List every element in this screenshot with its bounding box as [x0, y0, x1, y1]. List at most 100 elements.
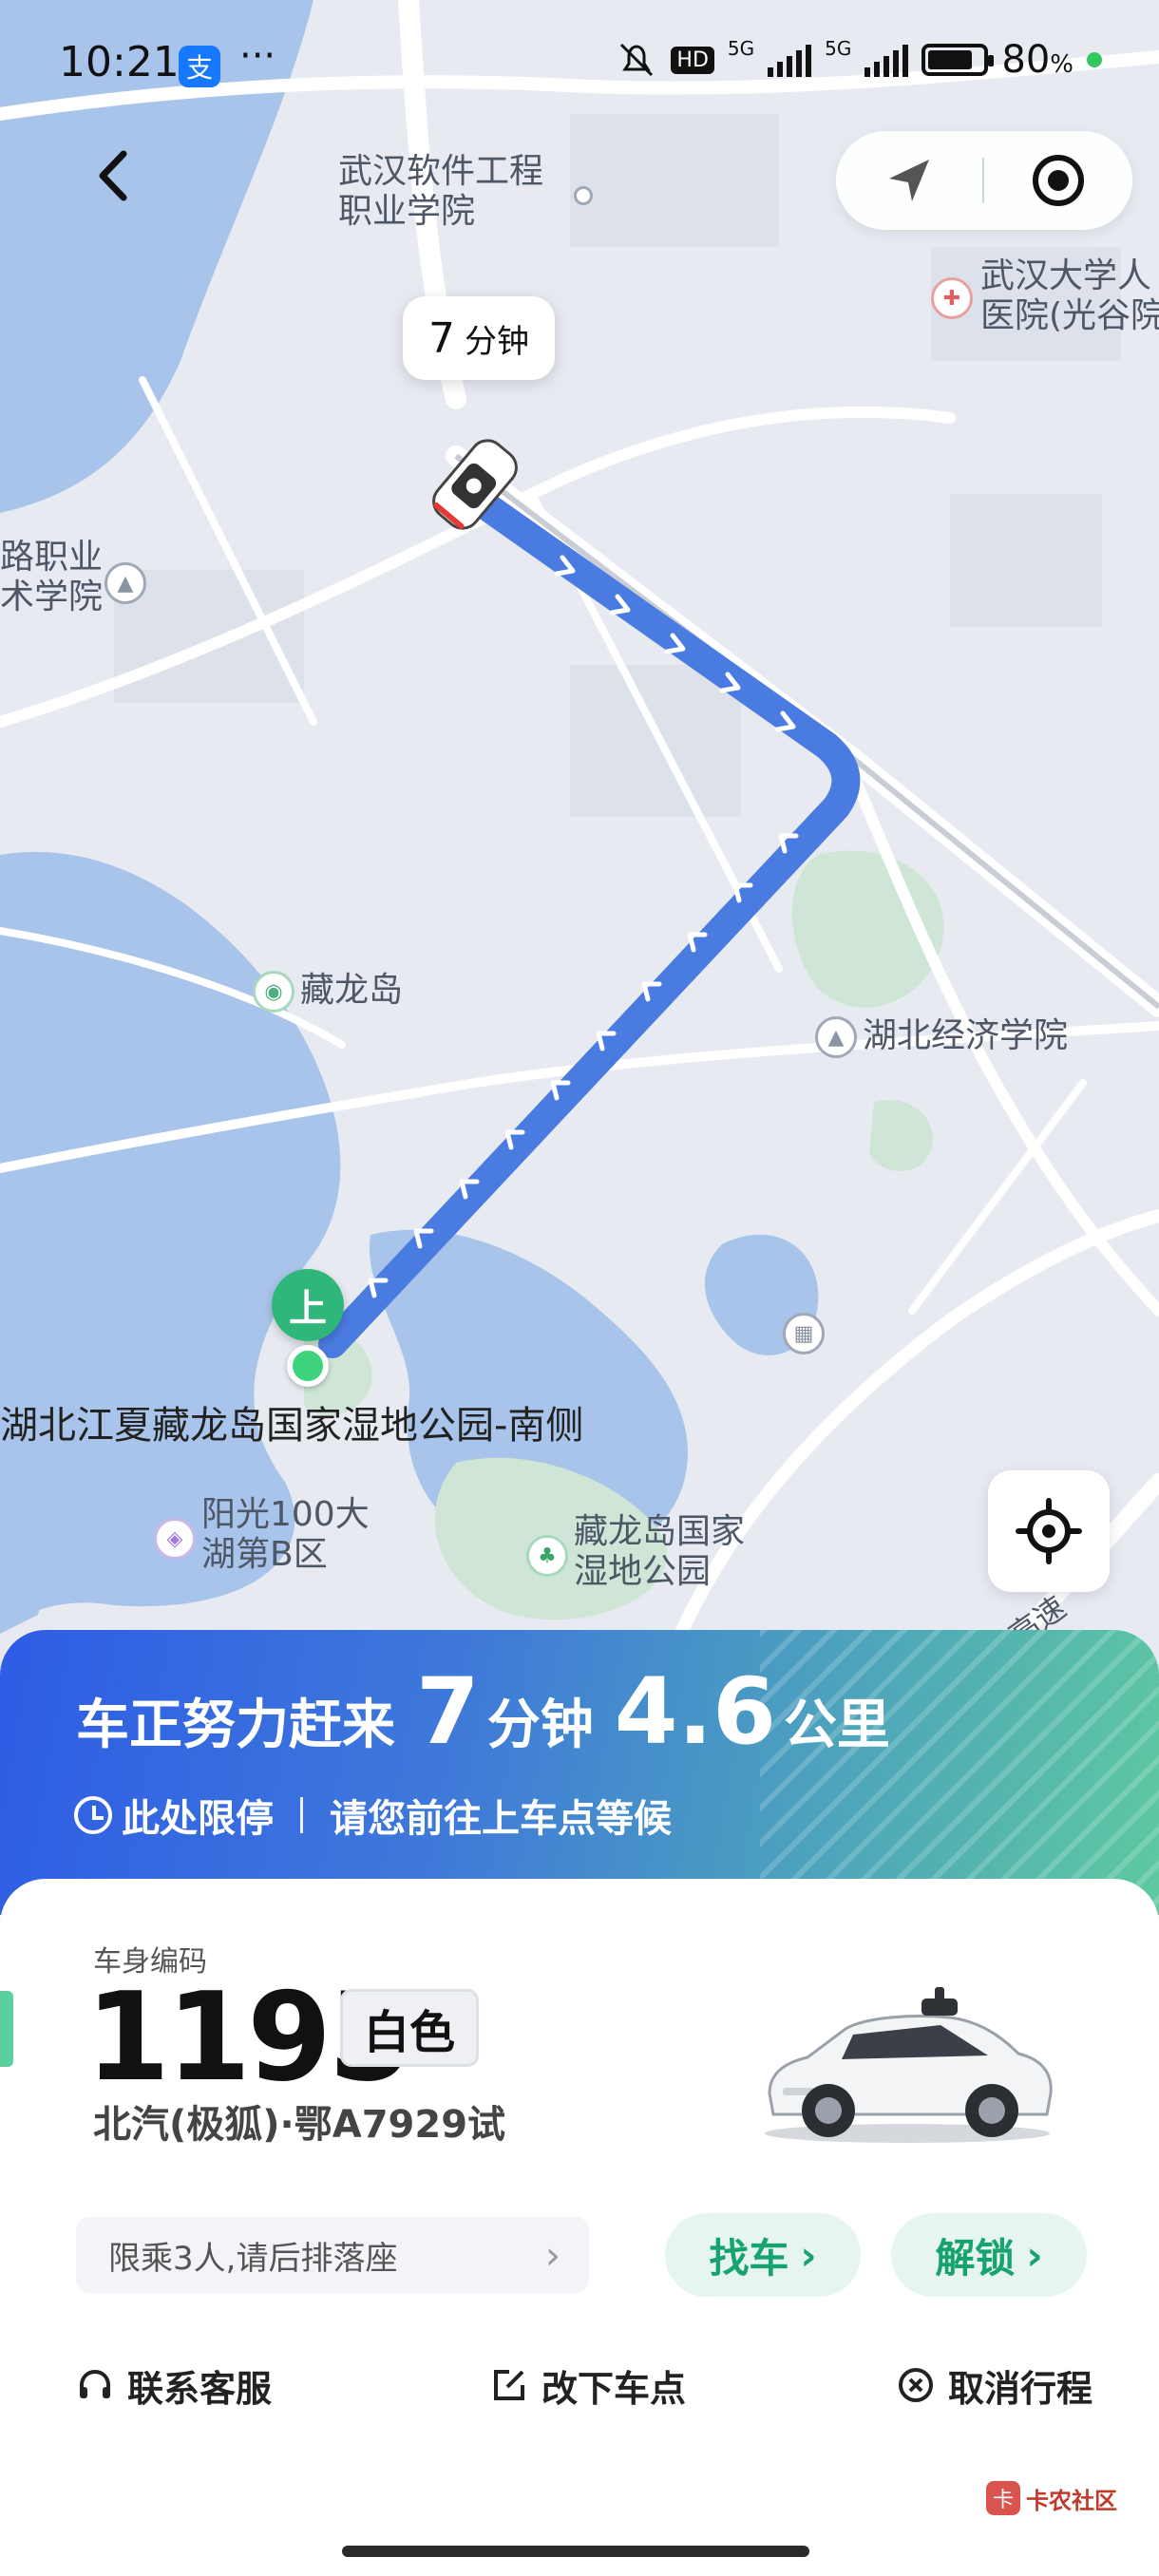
camera-icon[interactable]: ◉	[253, 971, 294, 1013]
vehicle-color: 白色	[363, 2006, 455, 2059]
more-notifications: ···	[239, 34, 276, 78]
map-label-text: 阳光100大	[201, 1495, 370, 1534]
close-circle-icon	[899, 2368, 933, 2402]
battery-level: 80%	[1001, 38, 1074, 82]
navigation-arrow-icon	[889, 160, 929, 201]
signal-icon	[768, 43, 812, 77]
poi-marker[interactable]	[574, 186, 593, 205]
vehicle-image	[765, 1987, 1053, 2143]
building-icon[interactable]: ▦	[783, 1313, 825, 1354]
map-label-school-2: 路职业 术学院	[0, 538, 103, 617]
map-label-text: 湖第B区	[201, 1535, 328, 1574]
watermark-text: 卡农社区	[1026, 2487, 1117, 2514]
school-icon[interactable]: ▲	[815, 1016, 857, 1058]
map-label-text: 术学院	[0, 578, 104, 616]
contact-support-button[interactable]: 联系客服	[76, 2352, 272, 2418]
map-label-park: 藏龙岛国家 湿地公园	[574, 1512, 745, 1592]
alipay-glyph: 支	[185, 52, 213, 84]
trip-actions: 联系客服 改下车点 取消行程	[0, 2352, 1159, 2418]
notice-no-parking: 此处限停	[122, 1797, 274, 1841]
trip-headline: 车正努力赶来 7 分钟 4.6 公里	[76, 1658, 911, 1765]
find-car-label: 找车	[709, 2234, 789, 2282]
change-dropoff-button[interactable]: 改下车点	[490, 2352, 686, 2418]
clock-icon	[74, 1796, 112, 1834]
hospital-icon[interactable]: ✚	[931, 277, 973, 319]
chevron-right-icon: ›	[1026, 2231, 1043, 2279]
find-car-button[interactable]: 找车 ›	[665, 2213, 861, 2297]
cancel-trip-label: 取消行程	[948, 2367, 1093, 2410]
eta-bubble: 7 分钟	[403, 296, 555, 380]
map-top-controls	[836, 131, 1132, 230]
cancel-trip-button[interactable]: 取消行程	[897, 2352, 1092, 2418]
status-right: HD 5G 5G 80%	[616, 37, 1102, 82]
navigation-button[interactable]	[880, 152, 937, 209]
passenger-hint[interactable]: 限乘3人,请后排落座 ›	[76, 2217, 589, 2293]
locate-button[interactable]	[988, 1470, 1110, 1592]
edit-icon	[494, 2370, 524, 2400]
vehicle-color-tag: 白色	[340, 1989, 479, 2067]
distance-value: 4.6	[614, 1658, 776, 1765]
map-label-hospital: 武汉大学人 医院(光谷院	[980, 256, 1159, 336]
map-label-text: 路职业	[0, 538, 104, 577]
status-bar: 10:21 支 ··· HD 5G 5G 80%	[0, 0, 1159, 133]
watermark-logo: 卡	[986, 2481, 1020, 2515]
map-label-text: 藏龙岛国家	[574, 1512, 746, 1551]
pickup-marker-badge[interactable]: 上	[272, 1269, 344, 1341]
pickup-location-name: 湖北江夏藏龙岛国家湿地公园-南侧	[0, 1404, 584, 1448]
hd-icon: HD	[671, 46, 714, 74]
map-label-text: 职业学院	[338, 192, 476, 231]
alipay-icon: 支	[179, 46, 220, 87]
unlock-label: 解锁	[935, 2234, 1016, 2282]
pickup-point-dot[interactable]	[287, 1345, 329, 1387]
eta-unit: 分钟	[465, 322, 529, 361]
network-type-2: 5G	[825, 37, 852, 60]
signal-icon	[864, 43, 909, 77]
battery-icon	[922, 44, 995, 76]
battery-value: 80	[1001, 38, 1051, 82]
map-label-text: 湿地公园	[574, 1552, 712, 1591]
eta-minutes-unit: 分钟	[486, 1695, 594, 1756]
eta-value: 7	[428, 313, 455, 363]
privacy-indicator	[1087, 52, 1102, 67]
mute-bell-icon	[620, 43, 654, 77]
map-label-text: 武汉大学人	[980, 256, 1152, 295]
watermark: 卡 卡农社区	[986, 2481, 1117, 2515]
map-view[interactable]: 武汉软件工程 职业学院 武汉大学人 医院(光谷院 ✚ 路职业 术学院 ▲ ◉ 藏…	[0, 0, 1159, 1672]
battery-unit: %	[1050, 50, 1074, 79]
pickup-marker-text: 上	[289, 1287, 327, 1331]
back-button[interactable]	[86, 142, 142, 209]
contact-support-label: 联系客服	[127, 2367, 273, 2410]
tree-icon[interactable]: ♣	[526, 1535, 568, 1577]
map-label-island: 藏龙岛	[300, 971, 404, 1010]
chevron-right-icon: ›	[800, 2231, 817, 2279]
unlock-button[interactable]: 解锁 ›	[891, 2213, 1087, 2297]
chevron-left-icon	[99, 150, 127, 201]
pickup-notice: 此处限停 请您前往上车点等候	[74, 1788, 672, 1843]
map-label-school-1: 武汉软件工程 职业学院	[338, 152, 543, 232]
status-time: 10:21	[59, 38, 180, 86]
record-button[interactable]	[1030, 152, 1087, 209]
distance-unit: 公里	[783, 1695, 890, 1756]
headline-text: 车正努力赶来	[76, 1695, 395, 1756]
headset-icon	[80, 2369, 110, 2398]
crosshair-icon	[1016, 1498, 1082, 1564]
notice-wait: 请您前往上车点等候	[330, 1797, 672, 1841]
shopping-icon[interactable]: ◈	[154, 1518, 196, 1560]
divider	[300, 1797, 303, 1833]
map-label-text: 医院(光谷院	[980, 296, 1159, 335]
school-icon[interactable]: ▲	[104, 562, 146, 604]
map-label-text: 武汉软件工程	[338, 152, 544, 191]
vehicle-model: 北汽(极狐)·鄂A7929试	[93, 2103, 506, 2147]
divider	[982, 158, 984, 203]
record-icon	[1033, 155, 1084, 206]
network-type-1: 5G	[727, 37, 755, 60]
eta-minutes: 7	[416, 1658, 480, 1765]
vehicle-card: 车身编码 1195 白色 北汽(极狐)·鄂A7929试 限乘3人,请后排落座 ›…	[0, 1879, 1159, 2576]
chevron-right-icon: ›	[545, 2234, 560, 2278]
home-indicator[interactable]	[342, 2546, 809, 2557]
map-label-community: 阳光100大 湖第B区	[201, 1495, 370, 1575]
accent-bar	[0, 1991, 13, 2067]
map-label-econ-college: 湖北经济学院	[863, 1016, 1069, 1055]
change-dropoff-label: 改下车点	[542, 2367, 687, 2410]
passenger-hint-text: 限乘3人,请后排落座	[108, 2239, 398, 2278]
